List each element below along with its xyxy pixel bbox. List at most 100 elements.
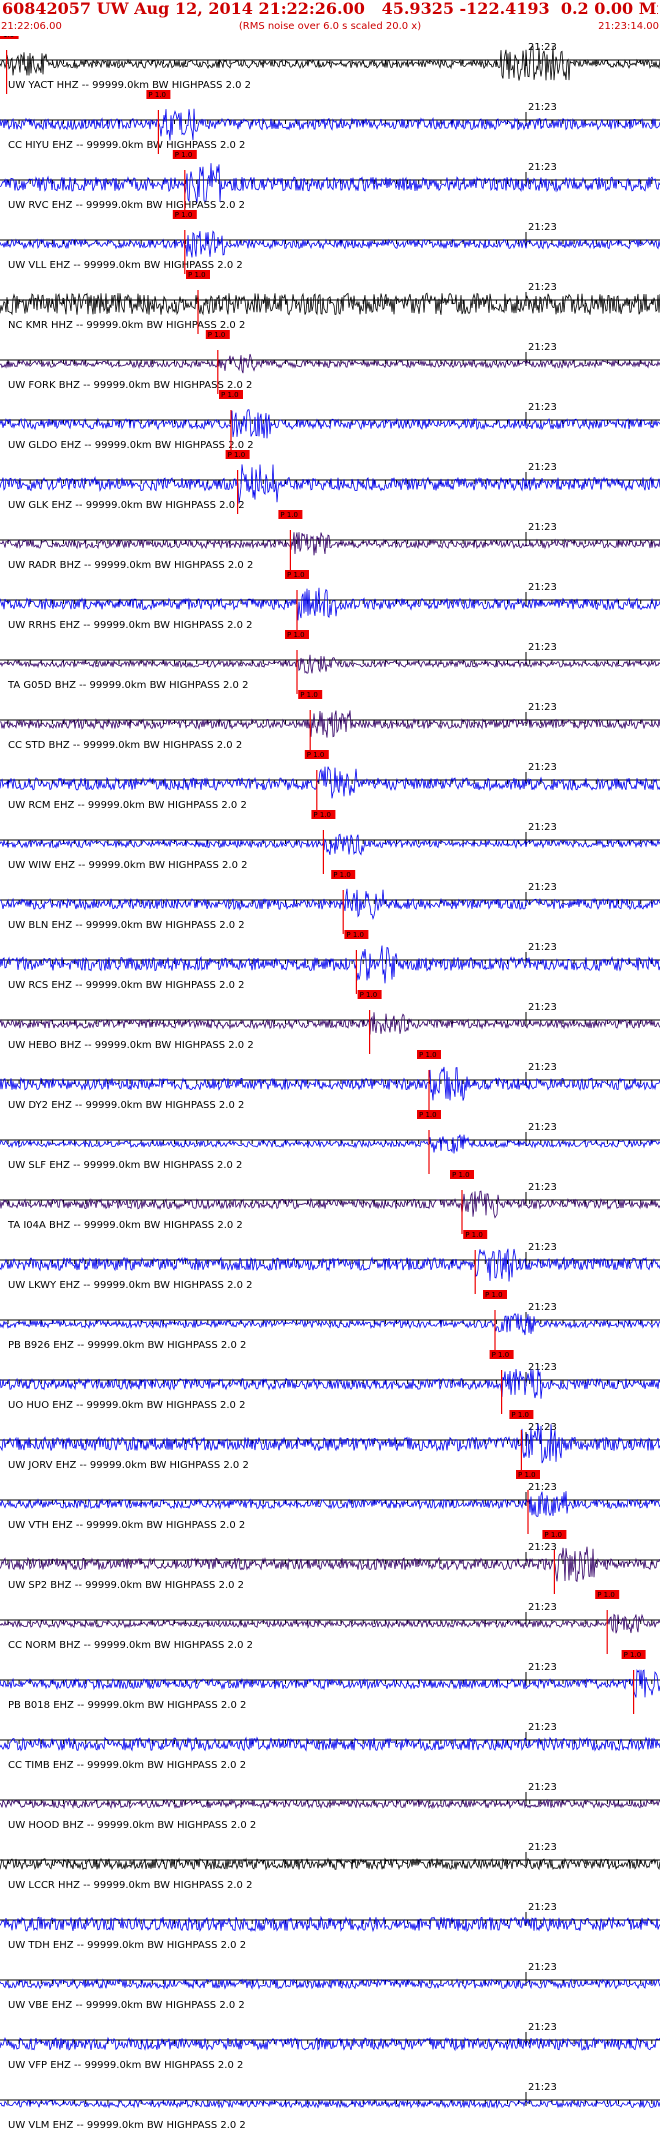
trace-uw-rcs-ehz: 21:23 UW RCS EHZ -- 99999.0km BW HIGHPASS… [0, 930, 660, 994]
event-header: 60842057 UW Aug 12, 2014 21:22:26.00 45.… [0, 0, 660, 36]
trace-uw-dy2-ehz: 21:23 UW DY2 EHZ -- 99999.0km BW HIGHPASS… [0, 1050, 660, 1114]
trace-label: PB B926 EHZ -- 99999.0km BW HIGHPASS 2.0… [8, 1340, 246, 1351]
x-tick-label: 21:23 [528, 1722, 557, 1733]
trace-label: PB B018 EHZ -- 99999.0km BW HIGHPASS 2.0… [8, 1700, 246, 1711]
waveform-line [0, 1190, 660, 1219]
x-tick-label: 21:23 [528, 1422, 557, 1433]
trace-uw-jorv-ehz: 21:23 UW JORV EHZ -- 99999.0km BW HIGHPAS… [0, 1410, 660, 1474]
pick-marker-label: P 1.0 [228, 451, 246, 459]
x-tick-label: 21:23 [528, 222, 557, 233]
pick-marker-label: P 1.0 [280, 511, 298, 519]
end-time-label: 21:23:14.00 [598, 21, 659, 32]
pick-marker-label: P 1.0 [287, 631, 305, 639]
x-tick-label: 21:23 [528, 1542, 557, 1553]
waveform-line [0, 532, 660, 556]
x-tick-label: 21:23 [528, 102, 557, 113]
trace-uw-tdh-ehz: 21:23 UW TDH EHZ -- 99999.0km BW HIGHPASS… [0, 1902, 660, 1951]
trace-label: UW VTH EHZ -- 99999.0km BW HIGHPASS 2.0 … [8, 1520, 245, 1531]
trace-cc-norm-bhz: 21:23 CC NORM BHZ -- 99999.0km BW HIGHPAS… [0, 1590, 660, 1654]
waveform-line [0, 587, 660, 621]
x-tick-label: 21:23 [528, 1182, 557, 1193]
pick-marker-label: P 1.0 [597, 1591, 615, 1599]
event-title: 60842057 UW Aug 12, 2014 21:22:26.00 45.… [2, 0, 658, 18]
x-tick-label: 21:23 [528, 1962, 557, 1973]
x-tick-label: 21:23 [528, 882, 557, 893]
trace-uw-rrhs-ehz: 21:23 UW RRHS EHZ -- 99999.0km BW HIGHPAS… [0, 570, 660, 634]
x-tick-label: 21:23 [528, 522, 557, 533]
waveform-line [0, 945, 660, 984]
trace-label: CC NORM BHZ -- 99999.0km BW HIGHPASS 2.0… [8, 1640, 253, 1651]
trace-label: UW JORV EHZ -- 99999.0km BW HIGHPASS 2.0… [8, 1460, 249, 1471]
x-tick-label: 21:23 [528, 1602, 557, 1613]
x-tick-label: 21:23 [528, 1782, 557, 1793]
trace-label: UW FORK BHZ -- 99999.0km BW HIGHPASS 2.0… [8, 380, 252, 391]
waveform-line [0, 108, 660, 141]
trace-label: UW RRHS EHZ -- 99999.0km BW HIGHPASS 2.0… [8, 620, 253, 631]
trace-uw-rvc-ehz: 21:23 UW RVC EHZ -- 99999.0km BW HIGHPASS… [0, 150, 660, 214]
x-tick-label: 21:23 [528, 1902, 557, 1913]
pick-marker-label: P 1.0 [333, 871, 351, 879]
waveform-line [0, 1423, 660, 1464]
trace-uw-vth-ehz: 21:23 UW VTH EHZ -- 99999.0km BW HIGHPASS… [0, 1470, 660, 1534]
trace-label: UW GLK EHZ -- 99999.0km BW HIGHPASS 2.0 … [8, 500, 245, 511]
pick-marker-label: P 1.0 [518, 1471, 536, 1479]
trace-uw-bln-ehz: 21:23 UW BLN EHZ -- 99999.0km BW HIGHPASS… [0, 870, 660, 934]
trace-label: UW BLN EHZ -- 99999.0km BW HIGHPASS 2.0 … [8, 920, 245, 931]
pick-marker-label: P 1.0 [175, 211, 193, 219]
pick-marker-label: P 1.0 [175, 151, 193, 159]
x-tick-label: 21:23 [528, 282, 557, 293]
trace-uw-glk-ehz: 21:23 UW GLK EHZ -- 99999.0km BW HIGHPASS… [0, 450, 660, 514]
seismogram-plot-area: 21:23 UW YACT HHZ -- 99999.0km BW HIGHPAS… [0, 30, 660, 2138]
trace-uw-yact-hhz: 21:23UW YACT HHZ -- 99999.0km BW HIGHPAS… [0, 30, 660, 94]
x-tick-label: 21:23 [528, 342, 557, 353]
waveform-line [0, 409, 660, 439]
x-tick-label: 21:23 [528, 702, 557, 713]
trace-label: UW RADR BHZ -- 99999.0km BW HIGHPASS 2.0… [8, 560, 253, 571]
x-tick-label: 21:23 [528, 462, 557, 473]
pick-marker-label: P 1.0 [287, 571, 305, 579]
trace-label: UW RCS EHZ -- 99999.0km BW HIGHPASS 2.0 … [8, 980, 245, 991]
trace-label: UW RCM EHZ -- 99999.0km BW HIGHPASS 2.0 … [8, 800, 247, 811]
pick-marker-label: P 1.0 [346, 931, 364, 939]
x-tick-label: 21:23 [528, 1122, 557, 1133]
trace-label: UW SLF EHZ -- 99999.0km BW HIGHPASS 2.0 … [8, 1160, 242, 1171]
waveform-line [0, 1491, 660, 1517]
x-tick-label: 21:23 [528, 1662, 557, 1673]
trace-label: NC KMR HHZ -- 99999.0km BW HIGHPASS 2.0 … [8, 320, 245, 331]
x-tick-label: 21:23 [528, 2022, 557, 2033]
waveform-line [0, 163, 660, 204]
trace-label: UW YACT HHZ -- 99999.0km BW HIGHPASS 2.0… [8, 80, 251, 91]
trace-uw-fork-bhz: 21:23 UW FORK BHZ -- 99999.0km BW HIGHPAS… [0, 330, 660, 394]
trace-label: CC TIMB EHZ -- 99999.0km BW HIGHPASS 2.0… [8, 1760, 246, 1771]
x-tick-label: 21:23 [528, 1842, 557, 1853]
trace-label: UW VLL EHZ -- 99999.0km BW HIGHPASS 2.0 … [8, 260, 243, 271]
pick-marker-label: P 1.0 [419, 1051, 437, 1059]
pick-marker-label: P 1.0 [452, 1171, 470, 1179]
trace-uw-rcm-ehz: 21:23 UW RCM EHZ -- 99999.0km BW HIGHPASS… [0, 750, 660, 814]
waveform-line [0, 1012, 660, 1035]
pick-marker-label: P 1.0 [485, 1291, 503, 1299]
trace-uw-lccr-hhz: 21:23 UW LCCR HHZ -- 99999.0km BW HIGHPAS… [0, 1842, 660, 1891]
waveform-line [0, 1546, 660, 1583]
trace-label: UW VLM EHZ -- 99999.0km BW HIGHPASS 2.0 … [8, 2120, 246, 2131]
trace-label: UW RVC EHZ -- 99999.0km BW HIGHPASS 2.0 … [8, 200, 245, 211]
pick-marker-label: P 1.0 [208, 331, 226, 339]
pick-marker-label: P 1.0 [360, 991, 378, 999]
trace-uw-vfp-ehz: 21:23 UW VFP EHZ -- 99999.0km BW HIGHPASS… [0, 2022, 660, 2071]
trace-uw-hebo-bhz: 21:23 UW HEBO BHZ -- 99999.0km BW HIGHPAS… [0, 990, 660, 1054]
trace-label: CC STD BHZ -- 99999.0km BW HIGHPASS 2.0 … [8, 740, 242, 751]
pick-marker-label: P 1.0 [624, 1651, 642, 1659]
waveform-line [0, 230, 660, 258]
seismogram-traces-svg: 21:23 UW YACT HHZ -- 99999.0km BW HIGHPAS… [0, 30, 660, 2131]
waveform-line [0, 833, 660, 856]
trace-uw-slf-ehz: 21:23 UW SLF EHZ -- 99999.0km BW HIGHPASS… [0, 1110, 660, 1174]
trace-label: UW SP2 BHZ -- 99999.0km BW HIGHPASS 2.0 … [8, 1580, 244, 1591]
trace-label: UW LKWY EHZ -- 99999.0km BW HIGHPASS 2.0… [8, 1280, 253, 1291]
trace-label: UW TDH EHZ -- 99999.0km BW HIGHPASS 2.0 … [8, 1940, 246, 1951]
trace-uw-lkwy-ehz: 21:23 UW LKWY EHZ -- 99999.0km BW HIGHPAS… [0, 1230, 660, 1294]
pick-marker-label: P 1.0 [465, 1231, 483, 1239]
x-tick-label: 21:23 [528, 1002, 557, 1013]
trace-label: UW VBE EHZ -- 99999.0km BW HIGHPASS 2.0 … [8, 2000, 245, 2011]
trace-label: UW VFP EHZ -- 99999.0km BW HIGHPASS 2.0 … [8, 2060, 243, 2071]
trace-label: UW DY2 EHZ -- 99999.0km BW HIGHPASS 2.0 … [8, 1100, 244, 1111]
